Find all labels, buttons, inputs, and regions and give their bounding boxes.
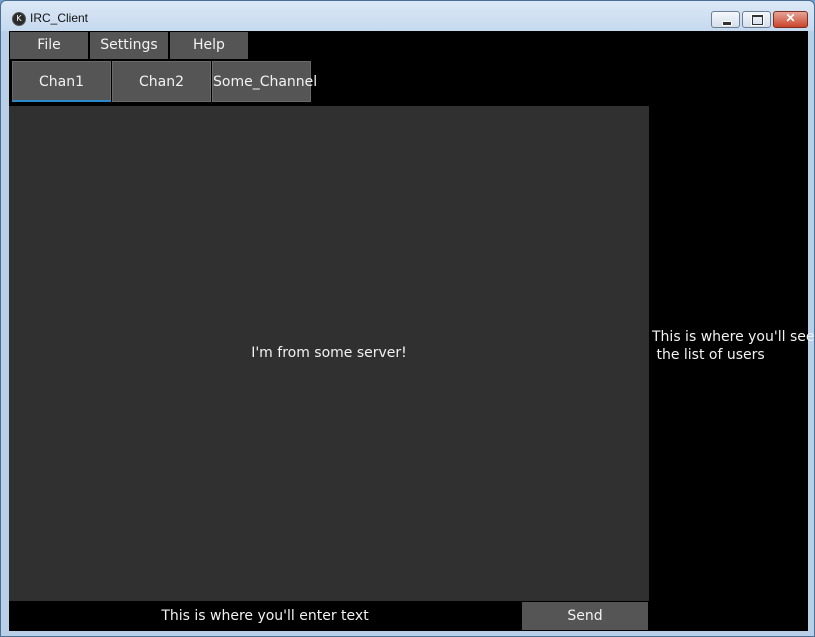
close-icon: ✕ bbox=[785, 11, 796, 25]
close-button[interactable]: ✕ bbox=[773, 11, 808, 28]
minimize-button[interactable] bbox=[711, 11, 740, 28]
tab-some-channel[interactable]: Some_Channel bbox=[212, 61, 317, 102]
chat-panel[interactable]: I'm from some server! bbox=[9, 106, 649, 601]
chat-message: I'm from some server! bbox=[251, 345, 407, 361]
minimize-icon bbox=[722, 21, 732, 26]
send-button[interactable]: Send bbox=[522, 602, 648, 630]
menu-settings[interactable]: Settings bbox=[90, 32, 168, 59]
window-title: IRC_Client bbox=[30, 11, 89, 25]
kivy-app-icon: K bbox=[12, 12, 26, 26]
maximize-button[interactable] bbox=[742, 11, 771, 28]
maximize-icon bbox=[752, 15, 763, 25]
tab-chan1[interactable]: Chan1 bbox=[12, 61, 111, 102]
message-input[interactable] bbox=[9, 602, 521, 630]
title-bar[interactable]: K IRC_Client ✕ bbox=[1, 1, 814, 31]
menu-file[interactable]: File bbox=[10, 32, 88, 59]
tab-chan2[interactable]: Chan2 bbox=[112, 61, 211, 102]
client-area: File Settings Help Chan1 Chan2 Some_Chan… bbox=[9, 31, 815, 631]
app-window: K IRC_Client ✕ File Settings Help Chan1 … bbox=[0, 0, 815, 637]
user-list-placeholder: This is where you'll see the list of use… bbox=[652, 329, 815, 363]
menu-help[interactable]: Help bbox=[170, 32, 248, 59]
